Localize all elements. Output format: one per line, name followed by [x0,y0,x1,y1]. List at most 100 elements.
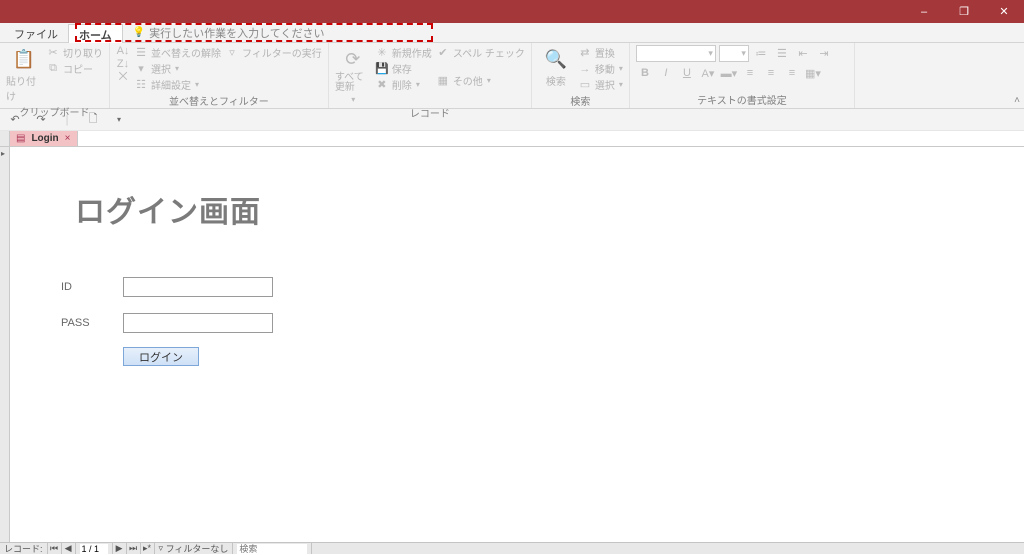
numbering-button[interactable]: ☰ [773,46,791,62]
pass-input[interactable] [123,313,273,333]
find-button[interactable]: 🔍 検索 [538,45,574,88]
new-icon: ✳ [375,46,389,59]
qat-more-button[interactable]: ▾ [108,115,130,124]
document-tab-label: Login [31,133,58,144]
cut-button[interactable]: ✂切り取り [46,45,103,60]
font-color-button[interactable]: A▾ [699,65,717,81]
sort-desc-button[interactable]: Z↓ [116,58,130,70]
replace-button[interactable]: ⇄置換 [578,45,623,60]
goto-icon: → [578,63,592,75]
tell-me-placeholder: 実行したい作業を入力してください [149,25,324,41]
record-selector-gutter[interactable] [0,147,10,542]
tell-me-search[interactable]: 💡 実行したい作業を入力してください [129,23,329,42]
sort-desc-icon: Z↓ [116,58,130,70]
maximize-button[interactable]: ❐ [944,0,984,23]
login-button[interactable]: ログイン [123,347,199,366]
group-label-find: 検索 [538,92,623,108]
find-label: 検索 [546,73,566,88]
sort-asc-icon: A↓ [116,45,130,57]
indent-inc-button[interactable]: ⇥ [815,46,833,62]
nav-first-button[interactable]: ⏮ [48,543,62,554]
paste-button[interactable]: 📋 貼り付け [6,45,42,103]
form-canvas: ログイン画面 ID PASS ログイン [10,147,1024,542]
spell-icon: ✔ [436,46,450,59]
delete-record-button[interactable]: ✖削除▾ [375,77,432,92]
more-records-button[interactable]: ▦その他▾ [436,73,525,88]
clear-sort-icon: ⨉ [116,71,130,84]
cut-icon: ✂ [46,46,60,59]
group-label-records: レコード [335,104,525,120]
id-label: ID [61,281,93,293]
funnel-icon: ▿ [225,46,239,59]
indent-dec-button[interactable]: ⇤ [794,46,812,62]
filter-status[interactable]: ▿ フィルターなし [155,543,234,554]
tab-file[interactable]: ファイル [4,23,68,42]
toggle-filter-button[interactable]: ▿フィルターの実行 [225,45,322,60]
remove-sort-button[interactable]: ☰並べ替えの解除 [134,45,221,60]
group-label-textfmt: テキストの書式設定 [636,91,848,107]
record-position [76,543,113,554]
clear-sort-button[interactable]: ⨉ [116,71,130,84]
save-record-button[interactable]: 💾保存 [375,61,432,76]
align-left-button[interactable]: ≡ [741,65,759,81]
underline-button[interactable]: U [678,65,696,81]
italic-button[interactable]: I [657,65,675,81]
select-label: 選択 [595,77,615,92]
title-bar: – ❐ ✕ [0,0,1024,23]
ribbon: 📋 貼り付け ✂切り取り ⧉コピー クリップボード A↓ Z↓ ⨉ ☰並べ替えの… [0,43,1024,109]
save-icon: 💾 [375,62,389,75]
ribbon-tabstrip: ファイル ホーム 💡 実行したい作業を入力してください [0,23,1024,43]
selection-label: 選択 [151,61,171,76]
bullets-button[interactable]: ≔ [752,46,770,62]
paste-icon: 📋 [12,47,36,71]
select-button[interactable]: ▭選択▾ [578,77,623,92]
refresh-icon: ⟳ [341,47,365,71]
paste-label: 貼り付け [6,73,42,103]
nav-last-button[interactable]: ⏭ [127,543,141,554]
font-size-combo[interactable]: ▾ [719,45,749,62]
minimize-button[interactable]: – [904,0,944,23]
record-selector-bar-top[interactable] [0,131,10,146]
advanced-label: 詳細設定 [151,77,191,92]
bold-button[interactable]: B [636,65,654,81]
nav-new-button[interactable]: ▸* [141,543,155,554]
more-icon: ▦ [436,74,450,87]
nav-next-button[interactable]: ▶ [113,543,127,554]
spelling-button[interactable]: ✔スペル チェック [436,45,525,60]
nav-search [233,543,312,554]
close-window-button[interactable]: ✕ [984,0,1024,23]
record-position-input[interactable] [80,544,108,554]
group-text-format: ▾ ▾ ≔ ☰ ⇤ ⇥ B I U A▾ ▬▾ ≡ ≡ ≡ ▦▾ テキストの書式… [630,43,855,108]
advanced-icon: ☷ [134,78,148,91]
document-tab-login[interactable]: ▤ Login × [10,131,78,146]
id-input[interactable] [123,277,273,297]
font-name-combo[interactable]: ▾ [636,45,716,62]
find-icon: 🔍 [544,47,568,71]
selection-filter-button[interactable]: ▾選択▾ [134,61,221,76]
collapse-ribbon-button[interactable]: ˄ [1014,95,1020,106]
refresh-all-button[interactable]: ⟳ すべて更新 ▾ [335,45,371,104]
new-record-button[interactable]: ✳新規作成 [375,45,432,60]
nav-prev-button[interactable]: ◀ [62,543,76,554]
close-tab-button[interactable]: × [65,133,71,144]
fill-button[interactable]: ▦▾ [804,65,822,81]
align-center-button[interactable]: ≡ [762,65,780,81]
remove-sort-icon: ☰ [134,46,148,59]
tab-home[interactable]: ホーム [68,24,123,43]
advanced-filter-button[interactable]: ☷詳細設定▾ [134,77,221,92]
group-find: 🔍 検索 ⇄置換 →移動▾ ▭選択▾ 検索 [532,43,630,108]
filter-status-label: フィルターなし [166,542,229,555]
copy-label: コピー [63,61,93,76]
goto-button[interactable]: →移動▾ [578,61,623,76]
highlight-button[interactable]: ▬▾ [720,65,738,81]
sort-asc-button[interactable]: A↓ [116,45,130,57]
nav-search-input[interactable] [237,544,307,554]
spelling-label: スペル チェック [453,45,525,60]
copy-button[interactable]: ⧉コピー [46,61,103,76]
align-right-button[interactable]: ≡ [783,65,801,81]
document-tab-bar: ▤ Login × [0,131,1024,147]
more-label: その他 [453,73,483,88]
lightbulb-icon: 💡 [133,27,145,38]
replace-label: 置換 [595,45,615,60]
funnel-small-icon: ▿ [159,543,164,554]
